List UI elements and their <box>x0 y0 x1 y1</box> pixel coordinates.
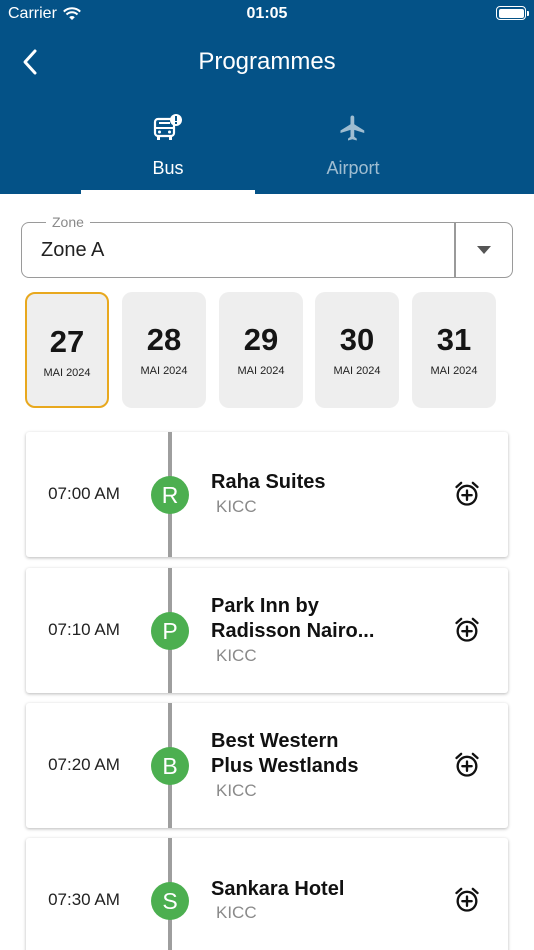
add-alarm-button[interactable] <box>451 478 483 510</box>
add-alarm-button[interactable] <box>451 884 483 916</box>
stop-name-line: Best Western <box>211 730 339 752</box>
bus-alert-icon <box>81 112 255 144</box>
airplane-icon <box>266 112 440 144</box>
tab-airport[interactable]: Airport <box>266 106 440 194</box>
stop-time: 07:20 AM <box>48 755 120 774</box>
active-tab-indicator <box>81 190 255 194</box>
alarm-add-icon <box>455 752 479 777</box>
add-alarm-button[interactable] <box>451 614 483 646</box>
date-month: MAI 2024 <box>333 365 381 377</box>
zone-value: Zone A <box>41 239 105 261</box>
stop-name-line: Raha Suites <box>211 471 326 493</box>
stop-name-line: Sankara Hotel <box>211 878 345 900</box>
stop-card[interactable]: 07:00 AM R Raha Suites KICC <box>26 432 508 557</box>
date-day: 31 <box>436 322 472 357</box>
date-card-27[interactable]: 27 MAI 2024 <box>25 292 109 408</box>
stop-destination: KICC <box>216 781 257 800</box>
stop-name: Park Inn by Radisson Nairo... <box>211 594 411 644</box>
zone-label: Zone <box>46 214 90 230</box>
stop-initial-badge: B <box>151 747 189 785</box>
dropdown-arrow-button[interactable] <box>455 223 513 277</box>
stop-card[interactable]: 07:20 AM B Best Western Plus Westlands K… <box>26 703 508 828</box>
stop-name-line: Park Inn by <box>211 595 319 617</box>
stop-name-line: Plus Westlands <box>211 755 359 777</box>
stop-initial-badge: R <box>151 476 189 514</box>
tab-bus-label: Bus <box>152 158 184 178</box>
date-day: 27 <box>49 324 85 359</box>
stop-card[interactable]: 07:30 AM S Sankara Hotel KICC <box>26 838 508 950</box>
alarm-add-icon <box>455 887 479 912</box>
date-card-31[interactable]: 31 MAI 2024 <box>412 292 496 408</box>
stop-time: 07:30 AM <box>48 890 120 909</box>
stop-initial-badge: S <box>151 882 189 920</box>
stop-initial-badge: P <box>151 612 189 650</box>
app-header: Carrier 01:05 Programmes Bus Airport <box>0 0 534 194</box>
date-day: 30 <box>339 322 375 357</box>
status-time: 01:05 <box>246 5 288 22</box>
date-card-30[interactable]: 30 MAI 2024 <box>315 292 399 408</box>
date-month: MAI 2024 <box>237 365 285 377</box>
alarm-add-icon <box>455 617 479 642</box>
stop-destination: KICC <box>216 497 257 516</box>
date-month: MAI 2024 <box>43 367 91 379</box>
status-bar: Carrier 01:05 <box>0 0 534 28</box>
date-month: MAI 2024 <box>430 365 478 377</box>
stop-name: Raha Suites <box>211 470 411 495</box>
stop-time: 07:10 AM <box>48 620 120 639</box>
stop-destination: KICC <box>216 903 257 922</box>
stop-name-line: Radisson Nairo... <box>211 620 375 642</box>
date-card-28[interactable]: 28 MAI 2024 <box>122 292 206 408</box>
caret-down-icon <box>477 246 491 254</box>
add-alarm-button[interactable] <box>451 749 483 781</box>
stop-time: 07:00 AM <box>48 484 120 503</box>
stop-destination: KICC <box>216 646 257 665</box>
date-day: 29 <box>243 322 279 357</box>
tab-bus[interactable]: Bus <box>81 106 255 194</box>
stop-name: Sankara Hotel <box>211 877 411 902</box>
zone-dropdown[interactable]: Zone Zone A <box>21 214 513 278</box>
date-month: MAI 2024 <box>140 365 188 377</box>
stop-name: Best Western Plus Westlands <box>211 729 411 779</box>
date-day: 28 <box>146 322 182 357</box>
battery-icon <box>496 6 529 20</box>
tab-airport-label: Airport <box>326 158 380 178</box>
page-title: Programmes <box>198 48 336 75</box>
stop-card[interactable]: 07:10 AM P Park Inn by Radisson Nairo...… <box>26 568 508 693</box>
date-card-29[interactable]: 29 MAI 2024 <box>219 292 303 408</box>
alarm-add-icon <box>455 481 479 506</box>
